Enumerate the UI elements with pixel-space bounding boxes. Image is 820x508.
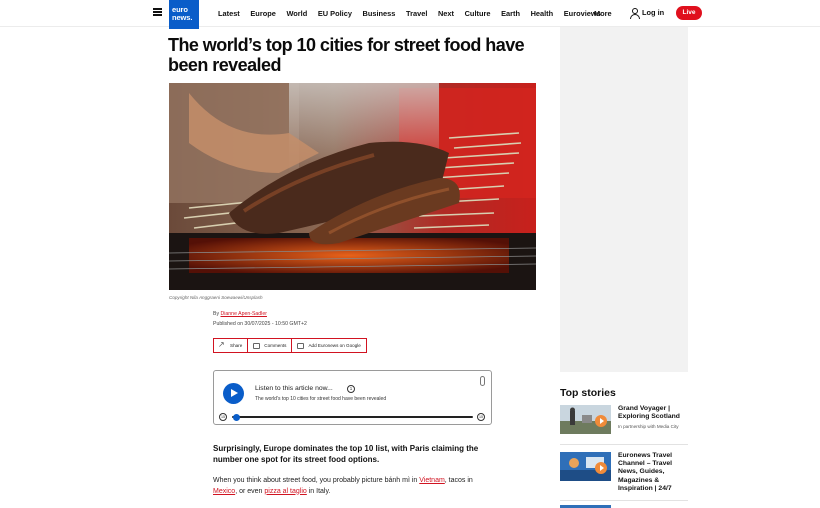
video-play-icon <box>595 462 607 474</box>
story-divider <box>560 500 688 501</box>
paragraph-text-2: , tacos in <box>444 477 473 484</box>
top-stories-heading: Top stories <box>560 387 616 399</box>
story-thumbnail[interactable] <box>560 452 611 481</box>
nav-health[interactable]: Health <box>531 9 554 18</box>
video-play-icon <box>595 415 607 427</box>
login-button[interactable]: Log in <box>629 8 665 19</box>
paragraph-text-4: in Italy. <box>306 487 331 495</box>
playback-speed-icon[interactable]: 1 <box>347 385 355 393</box>
byline: By Dianne Apen-Sadler <box>213 311 267 317</box>
add-google-label: Add Euronews on Google <box>308 343 361 348</box>
login-label: Log in <box>642 8 665 17</box>
nav-business[interactable]: Business <box>363 9 396 18</box>
play-button[interactable] <box>223 383 244 404</box>
nav-more[interactable]: More <box>594 9 612 18</box>
nav-latest[interactable]: Latest <box>218 9 240 18</box>
forward-icon[interactable]: 15 <box>477 413 485 421</box>
nav-earth[interactable]: Earth <box>501 9 520 18</box>
site-header: euro news. Latest Europe World EU Policy… <box>0 0 820 29</box>
article-paragraph: When you think about street food, you pr… <box>213 476 498 497</box>
live-button[interactable]: Live <box>676 6 702 20</box>
article-lead: Surprisingly, Europe dominates the top 1… <box>213 444 479 464</box>
share-label: Share <box>230 343 243 348</box>
google-icon <box>297 342 305 349</box>
nav-travel[interactable]: Travel <box>406 9 427 18</box>
euronews-logo[interactable]: euro news. <box>169 0 199 29</box>
add-google-button[interactable]: Add Euronews on Google <box>292 338 367 353</box>
link-vietnam[interactable]: Vietnam <box>419 477 445 484</box>
paragraph-text-1: When you think about street food, you pr… <box>213 477 420 484</box>
street-food-skewers-photo <box>169 83 536 290</box>
progress-knob[interactable] <box>233 413 241 421</box>
story-partner: In partnership with Media City <box>618 424 688 430</box>
paragraph-text-3: , or even <box>235 487 265 495</box>
nav-culture[interactable]: Culture <box>465 9 491 18</box>
user-icon <box>629 8 640 19</box>
rewind-icon[interactable]: 15 <box>219 413 227 421</box>
hero-image: i <box>169 83 536 290</box>
author-link[interactable]: Dianne Apen-Sadler <box>221 311 267 317</box>
story-thumbnail[interactable] <box>560 405 611 434</box>
story-divider <box>560 444 688 445</box>
ad-placeholder <box>560 27 688 372</box>
audio-player: Listen to this article now... The world’… <box>213 370 492 425</box>
nav-world[interactable]: World <box>286 9 307 18</box>
nav-europe[interactable]: Europe <box>250 9 275 18</box>
nav-next[interactable]: Next <box>438 9 454 18</box>
story-title[interactable]: Euronews Travel Channel – Travel News, G… <box>618 452 688 493</box>
menu-icon[interactable] <box>153 8 162 16</box>
partner-name: Media City <box>656 424 679 429</box>
article-actions: Share Comments Add Euronews on Google <box>213 338 367 353</box>
article-title: The world’s top 10 cities for street foo… <box>168 35 525 75</box>
story-title[interactable]: Grand Voyager | Exploring Scotland <box>618 405 688 421</box>
listen-subtitle: The world’s top 10 cities for street foo… <box>255 396 387 402</box>
link-mexico[interactable]: Mexico <box>213 488 235 495</box>
share-button[interactable]: Share <box>213 338 249 353</box>
nav-eu-policy[interactable]: EU Policy <box>318 9 352 18</box>
link-pizza-al-taglio[interactable]: pizza al taglio <box>264 488 306 495</box>
partner-prefix: In partnership with <box>618 424 656 429</box>
logo-line-2: news. <box>172 12 193 22</box>
photo-copyright: Copyright Nila Anggraeni Soewaewi/Unspla… <box>169 295 263 300</box>
listen-title: Listen to this article now... <box>255 385 333 392</box>
comment-icon <box>253 342 261 349</box>
progress-track[interactable] <box>232 416 473 418</box>
published-date: Published on 30/07/2025 - 10:50 GMT+2 <box>213 321 307 327</box>
byline-prefix: By <box>213 311 220 317</box>
main-nav: Latest Europe World EU Policy Business T… <box>218 9 611 18</box>
comments-label: Comments <box>264 343 287 348</box>
paperclip-icon[interactable] <box>480 376 485 386</box>
share-icon <box>218 340 226 349</box>
comments-button[interactable]: Comments <box>248 338 293 353</box>
